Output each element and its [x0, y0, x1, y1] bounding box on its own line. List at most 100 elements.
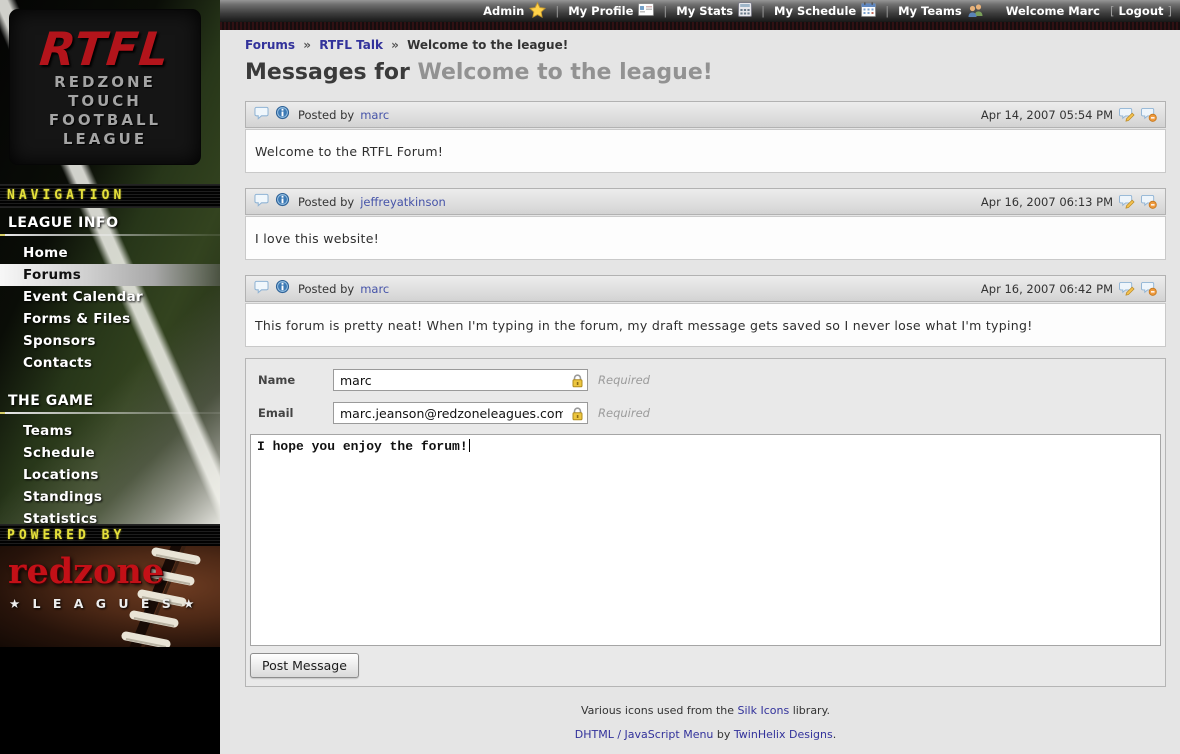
comment-delete-icon[interactable]	[1141, 194, 1157, 209]
menu-my-teams-label: My Teams	[898, 4, 962, 18]
footer-text: .	[833, 728, 837, 741]
section-divider	[0, 412, 220, 414]
section-divider	[0, 234, 220, 236]
message-textarea[interactable]: I hope you enjoy the forum!	[250, 434, 1161, 646]
top-bar: Admin | My Profile | My Stats | My Sched…	[220, 0, 1180, 30]
message-body: I love this website!	[245, 216, 1166, 260]
redzone-leagues-banner[interactable]: redzone ★ L E A G U E S ★	[0, 546, 220, 647]
information-icon[interactable]	[275, 192, 290, 211]
message-header: Posted by marc Apr 14, 2007 05:54 PM	[245, 101, 1166, 128]
nav-section-the-game: THE GAME	[0, 390, 220, 412]
rtfl-logo-line: LEAGUE	[63, 130, 147, 149]
sidebar-item-event-calendar[interactable]: Event Calendar	[0, 286, 220, 308]
nav-section-league-info: LEAGUE INFO	[0, 212, 220, 234]
logout-wrap: [ Logout ]	[1110, 4, 1172, 18]
menu-my-schedule[interactable]: My Schedule	[774, 2, 876, 20]
forum-message: Posted by marc Apr 16, 2007 06:42 PM Thi…	[245, 275, 1166, 347]
email-label: Email	[258, 406, 333, 420]
menu-admin[interactable]: Admin	[483, 2, 546, 21]
posted-by-label: Posted by	[298, 195, 354, 209]
name-row: Name Required	[258, 368, 1161, 392]
comment-delete-icon[interactable]	[1141, 107, 1157, 122]
powered-by-ticker: POWERED BY	[0, 524, 220, 548]
comment-edit-icon[interactable]	[1119, 107, 1135, 122]
information-icon[interactable]	[275, 105, 290, 124]
information-icon[interactable]	[275, 279, 290, 298]
lock-icon	[571, 406, 584, 425]
comment-icon	[254, 105, 269, 124]
comment-icon	[254, 279, 269, 298]
nav-section-the-game-wrap: THE GAME Teams Schedule Locations Standi…	[0, 390, 220, 530]
sidebar-item-standings[interactable]: Standings	[0, 486, 220, 508]
breadcrumb-current: Welcome to the league!	[407, 38, 568, 52]
breadcrumb-link-forums[interactable]: Forums	[245, 38, 295, 52]
message-date: Apr 16, 2007 06:42 PM	[981, 282, 1113, 296]
calculator-icon	[738, 2, 752, 20]
message-header-right: Apr 16, 2007 06:13 PM	[981, 194, 1157, 209]
comment-delete-icon[interactable]	[1141, 281, 1157, 296]
welcome-user-text: Welcome Marc	[1006, 4, 1100, 18]
message-body: Welcome to the RTFL Forum!	[245, 129, 1166, 173]
post-message-button[interactable]: Post Message	[250, 653, 359, 678]
message-body: This forum is pretty neat! When I'm typi…	[245, 303, 1166, 347]
name-input-wrap	[333, 369, 588, 391]
name-label: Name	[258, 373, 333, 387]
menu-separator: |	[885, 4, 889, 18]
footer-text: by	[713, 728, 734, 741]
footer-text: Various icons used from the	[581, 704, 738, 717]
sidebar-item-forums[interactable]: Forums	[0, 264, 220, 286]
menu-separator: |	[555, 4, 559, 18]
menu-separator: |	[761, 4, 765, 18]
page-title-prefix: Messages for	[245, 60, 417, 85]
menu-my-stats-label: My Stats	[676, 4, 733, 18]
menu-separator: |	[663, 4, 667, 18]
breadcrumb-separator: »	[303, 38, 311, 52]
message-header-right: Apr 16, 2007 06:42 PM	[981, 281, 1157, 296]
leagues-brand-text: ★ L E A G U E S ★	[9, 596, 198, 611]
page-title: Messages for Welcome to the league!	[245, 60, 1166, 86]
message-header: Posted by marc Apr 16, 2007 06:42 PM	[245, 275, 1166, 302]
sidebar-item-locations[interactable]: Locations	[0, 464, 220, 486]
button-row: Post Message	[250, 653, 1161, 678]
menu-my-profile[interactable]: My Profile	[568, 3, 654, 19]
sidebar: RTFL REDZONE TOUCH FOOTBALL LEAGUE NAVIG…	[0, 0, 220, 754]
email-input-wrap	[333, 402, 588, 424]
sidebar-item-schedule[interactable]: Schedule	[0, 442, 220, 464]
sidebar-item-sponsors[interactable]: Sponsors	[0, 330, 220, 352]
rtfl-logo-line: TOUCH	[68, 92, 142, 111]
calendar-icon	[861, 2, 876, 20]
sidebar-item-home[interactable]: Home	[0, 242, 220, 264]
topbar-accent-strip	[220, 22, 1180, 30]
breadcrumb-link-rtfl-talk[interactable]: RTFL Talk	[319, 38, 383, 52]
sidebar-item-contacts[interactable]: Contacts	[0, 352, 220, 374]
redzone-brand-text: redzone	[8, 554, 164, 590]
message-author-link[interactable]: marc	[360, 108, 389, 122]
message-header-right: Apr 14, 2007 05:54 PM	[981, 107, 1157, 122]
menu-my-teams[interactable]: My Teams	[898, 3, 984, 20]
main-content: Forums » RTFL Talk » Welcome to the leag…	[220, 30, 1180, 754]
vcard-icon	[638, 3, 654, 19]
silk-icons-link[interactable]: Silk Icons	[738, 704, 790, 717]
dhtml-menu-link[interactable]: DHTML / JavaScript Menu	[575, 728, 714, 741]
sidebar-item-teams[interactable]: Teams	[0, 420, 220, 442]
comment-edit-icon[interactable]	[1119, 281, 1135, 296]
name-input[interactable]	[333, 369, 588, 391]
twinhelix-link[interactable]: TwinHelix Designs	[734, 728, 833, 741]
rtfl-logo-acronym: RTFL	[38, 25, 173, 73]
sidebar-item-forms-files[interactable]: Forms & Files	[0, 308, 220, 330]
message-draft-text: I hope you enjoy the forum!	[257, 439, 468, 454]
text-caret	[469, 439, 470, 452]
menu-my-schedule-label: My Schedule	[774, 4, 856, 18]
logout-link[interactable]: Logout	[1118, 4, 1163, 18]
email-input[interactable]	[333, 402, 588, 424]
message-author-link[interactable]: jeffreyatkinson	[360, 195, 446, 209]
comment-edit-icon[interactable]	[1119, 194, 1135, 209]
page-title-topic: Welcome to the league!	[417, 60, 712, 85]
page-footer: Various icons used from the Silk Icons l…	[245, 704, 1166, 741]
menu-my-stats[interactable]: My Stats	[676, 2, 752, 20]
logout-bracket-close: ]	[1168, 4, 1173, 18]
footer-menu-credit: DHTML / JavaScript Menu by TwinHelix Des…	[245, 728, 1166, 741]
posted-by-label: Posted by	[298, 108, 354, 122]
message-author-link[interactable]: marc	[360, 282, 389, 296]
menu-my-profile-label: My Profile	[568, 4, 633, 18]
